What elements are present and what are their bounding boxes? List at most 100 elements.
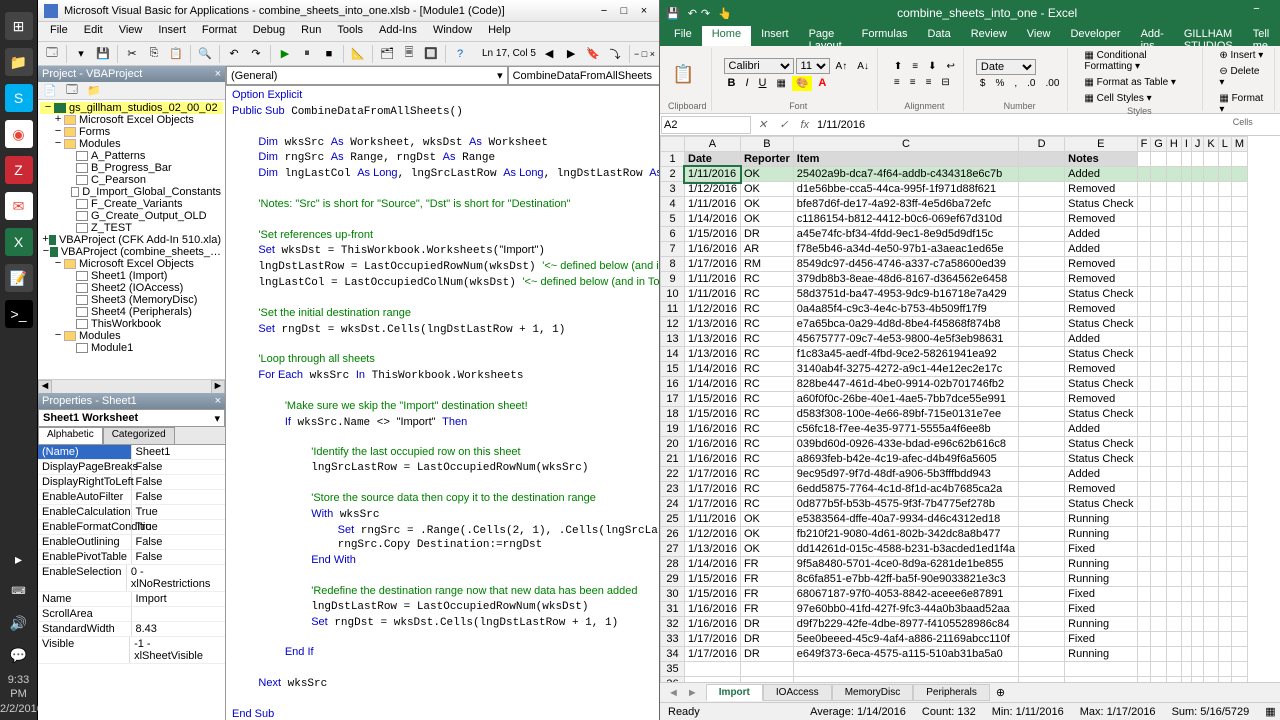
menu-insert[interactable]: Insert <box>150 22 194 41</box>
menu-edit[interactable]: Edit <box>76 22 111 41</box>
decrease-decimal-icon[interactable]: .00 <box>1041 76 1063 91</box>
property-row[interactable]: EnableCalculationTrue <box>38 505 225 520</box>
tree-node[interactable]: +VBAProject (CFK Add-In 510.xla) <box>40 234 223 246</box>
tree-node[interactable]: −gs_gillham_studios_02_00_02 <box>40 102 223 114</box>
name-box[interactable] <box>661 116 751 134</box>
close-icon[interactable]: × <box>215 395 221 407</box>
minimize-button[interactable]: − <box>1242 3 1270 23</box>
expand-tray-icon[interactable]: ▸ <box>5 545 33 573</box>
ribbon-tab-add-ins[interactable]: Add-ins <box>1131 26 1174 46</box>
ribbon-tab-page-layout[interactable]: Page Layout <box>799 26 852 46</box>
outdent-icon[interactable]: ◀ <box>539 44 559 64</box>
ribbon-tab-file[interactable]: File <box>664 26 702 46</box>
paste-icon[interactable]: 📋 <box>166 44 186 64</box>
ribbon-tab-insert[interactable]: Insert <box>751 26 799 46</box>
undo-icon[interactable]: ↶ <box>688 7 697 20</box>
paste-button[interactable]: 📋 <box>668 62 707 87</box>
undo-icon[interactable]: ↶ <box>224 44 244 64</box>
property-row[interactable]: EnableOutliningFalse <box>38 535 225 550</box>
properties-object-combo[interactable]: Sheet1 Worksheet▾ <box>38 409 225 427</box>
menu-debug[interactable]: Debug <box>245 22 293 41</box>
gmail-icon[interactable]: ✉ <box>5 192 33 220</box>
percent-button[interactable]: % <box>991 76 1008 91</box>
ribbon-tab-developer[interactable]: Developer <box>1060 26 1130 46</box>
menu-view[interactable]: View <box>111 22 151 41</box>
maximize-button[interactable]: □ <box>1272 3 1280 23</box>
save-icon[interactable]: 💾 <box>666 7 680 20</box>
reset-icon[interactable]: ■ <box>319 44 339 64</box>
sheet-tab-ioaccess[interactable]: IOAccess <box>763 684 832 701</box>
console-icon[interactable]: >_ <box>5 300 33 328</box>
property-row[interactable]: EnableFormatConditioTrue <box>38 520 225 535</box>
ribbon-tab-gillham-studios[interactable]: GILLHAM STUDIOS <box>1174 26 1243 46</box>
cell-styles-button[interactable]: ▦ Cell Styles ▾ <box>1080 91 1198 106</box>
wrap-text-button[interactable]: ↩ <box>943 59 959 74</box>
ribbon-tab-tell-me[interactable]: Tell me <box>1243 26 1280 46</box>
find-icon[interactable]: 🔍 <box>195 44 215 64</box>
property-row[interactable]: DisplayPageBreaksFalse <box>38 460 225 475</box>
increase-font-icon[interactable]: A↑ <box>832 59 852 74</box>
code-editor[interactable]: Option Explicit Public Sub CombineDataFr… <box>226 86 659 720</box>
next-bookmark-icon[interactable]: ⤵ <box>605 44 625 64</box>
object-browser-icon[interactable]: 🔲 <box>421 44 441 64</box>
menu-file[interactable]: File <box>42 22 76 41</box>
decrease-font-icon[interactable]: A↓ <box>853 59 873 74</box>
zotero-icon[interactable]: Z <box>5 156 33 184</box>
project-tree[interactable]: −gs_gillham_studios_02_00_02+Microsoft E… <box>38 100 225 379</box>
number-format-combo[interactable]: Date <box>976 59 1036 75</box>
tab-alphabetic[interactable]: Alphabetic <box>38 427 103 444</box>
properties-header[interactable]: Properties - Sheet1× <box>38 393 225 409</box>
cut-icon[interactable]: ✂ <box>122 44 142 64</box>
comma-button[interactable]: , <box>1010 76 1021 91</box>
italic-button[interactable]: I <box>741 75 752 91</box>
toggle-folders-icon[interactable]: 📁 <box>84 81 104 101</box>
tree-node[interactable]: Sheet1 (Import) <box>40 270 223 282</box>
font-size-combo[interactable]: 11 <box>796 58 830 74</box>
cancel-formula-icon[interactable]: ✕ <box>752 116 773 133</box>
menu-tools[interactable]: Tools <box>329 22 371 41</box>
help-icon[interactable]: ? <box>450 44 470 64</box>
align-middle-icon[interactable]: ≡ <box>908 59 922 74</box>
font-color-button[interactable]: A <box>814 75 830 91</box>
close-button[interactable]: × <box>635 4 653 18</box>
explorer-icon[interactable]: 📁 <box>5 48 33 76</box>
align-top-icon[interactable]: ⬆ <box>890 59 906 74</box>
tree-node[interactable]: ThisWorkbook <box>40 318 223 330</box>
view-code-icon[interactable]: 📄 <box>40 81 60 101</box>
merge-button[interactable]: ⊟ <box>937 75 953 90</box>
project-explorer-icon[interactable]: 🗂 <box>377 44 397 64</box>
sheet-tab-import[interactable]: Import <box>706 684 763 701</box>
tree-node[interactable]: −Modules <box>40 330 223 342</box>
menu-window[interactable]: Window <box>425 22 480 41</box>
align-left-icon[interactable]: ≡ <box>890 75 904 90</box>
insert-cells-button[interactable]: ⊕ Insert ▾ <box>1215 48 1270 63</box>
tree-node[interactable]: −VBAProject (combine_sheets_… <box>40 246 223 258</box>
start-button[interactable]: ⊞ <box>5 12 33 40</box>
tree-node[interactable]: Sheet3 (MemoryDisc) <box>40 294 223 306</box>
bold-button[interactable]: B <box>724 75 740 91</box>
view-excel-icon[interactable]: 🗔 <box>42 44 62 64</box>
sheet-tab-peripherals[interactable]: Peripherals <box>913 684 990 701</box>
touch-mode-icon[interactable]: 👆 <box>718 7 732 20</box>
toggle-bookmark-icon[interactable]: 🔖 <box>583 44 603 64</box>
close-icon[interactable]: × <box>215 68 221 80</box>
redo-icon[interactable]: ↷ <box>246 44 266 64</box>
property-row[interactable]: DisplayRightToLeftFalse <box>38 475 225 490</box>
menu-run[interactable]: Run <box>293 22 329 41</box>
minimize-button[interactable]: − <box>595 4 613 18</box>
scroll-right-icon[interactable]: ► <box>211 380 225 394</box>
clock[interactable]: 9:33 PM 2/2/2016 <box>0 673 37 716</box>
fx-button[interactable]: fx <box>794 117 815 133</box>
align-right-icon[interactable]: ≡ <box>922 75 936 90</box>
property-row[interactable]: ScrollArea <box>38 607 225 622</box>
tree-node[interactable]: +Microsoft Excel Objects <box>40 114 223 126</box>
tree-node[interactable]: −Microsoft Excel Objects <box>40 258 223 270</box>
ribbon-tab-data[interactable]: Data <box>917 26 960 46</box>
menu-format[interactable]: Format <box>194 22 245 41</box>
properties-icon[interactable]: 🗏 <box>399 44 419 64</box>
ribbon-tab-home[interactable]: Home <box>702 26 751 46</box>
format-as-table-button[interactable]: ▦ Format as Table ▾ <box>1080 75 1198 90</box>
ribbon-tab-formulas[interactable]: Formulas <box>852 26 918 46</box>
tree-node[interactable]: C_Pearson <box>40 174 223 186</box>
new-sheet-button[interactable]: ⊕ <box>996 686 1005 699</box>
